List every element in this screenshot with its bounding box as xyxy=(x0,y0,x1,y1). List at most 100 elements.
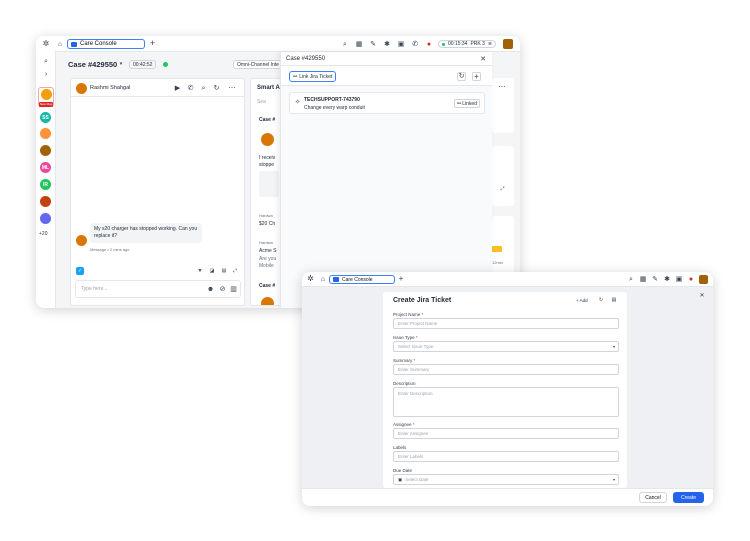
field-label: Description xyxy=(393,381,416,386)
emoji-icon[interactable]: ☻ xyxy=(207,286,214,293)
more-contacts[interactable]: +20 xyxy=(39,231,47,237)
search-icon[interactable]: ⌕ xyxy=(200,85,207,92)
linked-badge[interactable]: ⚯ Linked xyxy=(454,99,480,108)
notification-icon[interactable]: ● xyxy=(425,40,433,48)
edit-icon[interactable]: ✎ xyxy=(651,275,659,283)
customer-avatar xyxy=(76,83,87,94)
grid-icon[interactable]: ▦ xyxy=(355,40,363,48)
contact-avatar[interactable]: IR xyxy=(40,179,51,190)
close-icon[interactable]: ✕ xyxy=(698,292,706,300)
hardware-label: Hardwa xyxy=(259,213,273,218)
contact-avatar[interactable]: SS xyxy=(40,112,51,123)
time-fragment: 12min xyxy=(492,260,503,265)
calendar-icon[interactable]: ▣ xyxy=(675,275,683,283)
agent-avatar xyxy=(261,297,274,305)
calendar-icon[interactable]: ▣ xyxy=(397,40,405,48)
chevron-right-icon[interactable]: › xyxy=(41,69,51,79)
add-tab-icon[interactable]: + xyxy=(397,275,405,283)
bug-icon[interactable]: ✱ xyxy=(383,40,391,48)
sprinklr-logo-icon: ✲ xyxy=(42,39,50,48)
tab-care-console[interactable]: Care Console xyxy=(67,39,145,49)
grid-icon[interactable]: ▦ xyxy=(639,275,647,283)
assignee-input[interactable]: Enter Assignee xyxy=(393,428,619,439)
knowledge-snippet: Mobile xyxy=(259,263,274,269)
field-label: Due Date xyxy=(393,468,413,473)
create-jira-window: ✲ ⌂ Care Console + ⌕ ▦ ✎ ✱ ▣ ● ✕ Create … xyxy=(302,272,713,506)
create-button[interactable]: Create xyxy=(673,492,704,503)
jira-icon: ✧ xyxy=(294,99,301,106)
reply-input[interactable]: Type here... ☻ ⊘ ▥ xyxy=(75,280,241,298)
refresh-icon[interactable]: ↻ xyxy=(598,297,604,303)
trash-icon[interactable]: ▤ xyxy=(611,297,617,303)
due-date-select[interactable]: ▣ Select Date ▾ xyxy=(393,474,619,485)
search-icon[interactable]: ⌕ xyxy=(627,275,635,283)
tab-care-console[interactable]: Care Console xyxy=(329,275,395,284)
hardware-label: Hardwa xyxy=(259,240,273,245)
more-icon[interactable]: ⋯ xyxy=(227,85,237,92)
link-icon: ⚯ xyxy=(293,73,298,80)
phone-icon[interactable]: ✆ xyxy=(187,85,194,92)
contact-avatar[interactable] xyxy=(40,145,51,156)
link-jira-ticket-button[interactable]: ⚯ Link Jira Ticket xyxy=(289,71,336,82)
session-timer: 00:15:34 xyxy=(448,41,468,47)
popup-title: Case #429550 xyxy=(286,56,326,62)
phone-icon[interactable]: ✆ xyxy=(411,40,419,48)
contact-avatar[interactable] xyxy=(40,196,51,207)
chevron-down-icon[interactable]: ▾ xyxy=(118,61,124,67)
edit-icon[interactable]: ✎ xyxy=(369,40,377,48)
notification-icon[interactable]: ● xyxy=(687,275,695,283)
home-icon[interactable]: ⌂ xyxy=(56,40,64,48)
add-tab-icon[interactable]: + xyxy=(148,39,157,48)
pin-icon[interactable]: ▼ xyxy=(197,268,203,274)
knowledge-item[interactable]: Acme S xyxy=(259,248,277,254)
close-icon[interactable]: ✕ xyxy=(479,55,487,63)
refresh-icon[interactable]: ↻ xyxy=(457,72,466,81)
issue-type-select[interactable]: Select Issue Type ▾ xyxy=(393,341,619,352)
user-avatar[interactable] xyxy=(503,39,513,49)
chevron-down-icon: ▾ xyxy=(612,477,615,482)
snippet-line: I receiv xyxy=(259,155,276,161)
attachment-preview xyxy=(259,171,279,197)
side-panel: ⋯ xyxy=(492,78,514,133)
summary-input[interactable]: Enter Summary xyxy=(393,364,619,375)
description-textarea[interactable]: Enter Description xyxy=(393,387,619,417)
linked-ticket-card[interactable]: ✧ TECHSUPPORT-743790 Change every warp c… xyxy=(289,92,485,114)
home-icon[interactable]: ⌂ xyxy=(319,275,327,283)
console-icon xyxy=(71,41,77,47)
tab-label: Care Console xyxy=(342,276,373,283)
contact-avatar[interactable] xyxy=(40,128,51,139)
bug-icon[interactable]: ✱ xyxy=(663,275,671,283)
status-pill[interactable]: 00:15:34 PRK 3 ≋ xyxy=(438,40,496,48)
omni-channel-button[interactable]: Omni-Channel Inte xyxy=(233,60,283,69)
contact-avatar[interactable] xyxy=(40,213,51,224)
expand-icon[interactable]: ⤢ xyxy=(499,186,506,193)
add-button[interactable]: + Add xyxy=(576,298,588,303)
ticket-id: TECHSUPPORT-743790 xyxy=(304,97,360,103)
attach-icon[interactable]: ⊘ xyxy=(219,286,226,293)
labels-input[interactable]: Enter Labels xyxy=(393,451,619,462)
active-contact[interactable]: New Msg xyxy=(38,87,54,107)
user-avatar[interactable] xyxy=(699,275,708,284)
care-console-window: ✲ ⌂ Care Console + ⌕ ▦ ✎ ✱ ▣ ✆ ● 00:15:3… xyxy=(36,36,520,308)
expand-icon[interactable]: ⤢ xyxy=(232,268,238,274)
search-icon[interactable]: ⌕ xyxy=(41,56,51,66)
template-icon[interactable]: ▥ xyxy=(230,286,237,293)
top-bar: ✲ ⌂ Care Console + ⌕ ▦ ✎ ✱ ▣ ✆ ● 00:15:3… xyxy=(36,36,520,52)
project-name-input[interactable]: Enter Project Name xyxy=(393,318,619,329)
sidebar: ⌕ › New Msg SS ML IR +20 xyxy=(36,51,56,308)
side-panel: 12min xyxy=(492,216,514,276)
knowledge-item[interactable]: $20 Ch xyxy=(259,221,275,227)
chart-icon[interactable]: ◪ xyxy=(209,268,215,274)
case-timer: 00:42:52 xyxy=(129,60,157,69)
more-icon[interactable]: ⋯ xyxy=(497,84,507,91)
side-panel: ⤢ xyxy=(492,146,514,206)
contact-avatar[interactable]: ML xyxy=(40,162,51,173)
cancel-button[interactable]: Cancel xyxy=(639,492,667,503)
refresh-icon[interactable]: ↻ xyxy=(213,85,220,92)
add-icon[interactable]: + xyxy=(472,72,481,81)
video-icon[interactable]: ▶ xyxy=(174,85,181,92)
search-icon[interactable]: ⌕ xyxy=(341,40,349,48)
knowledge-snippet: Are you xyxy=(259,256,277,262)
prk-label: PRK 3 xyxy=(470,41,485,47)
trash-icon[interactable]: ▤ xyxy=(221,268,227,274)
